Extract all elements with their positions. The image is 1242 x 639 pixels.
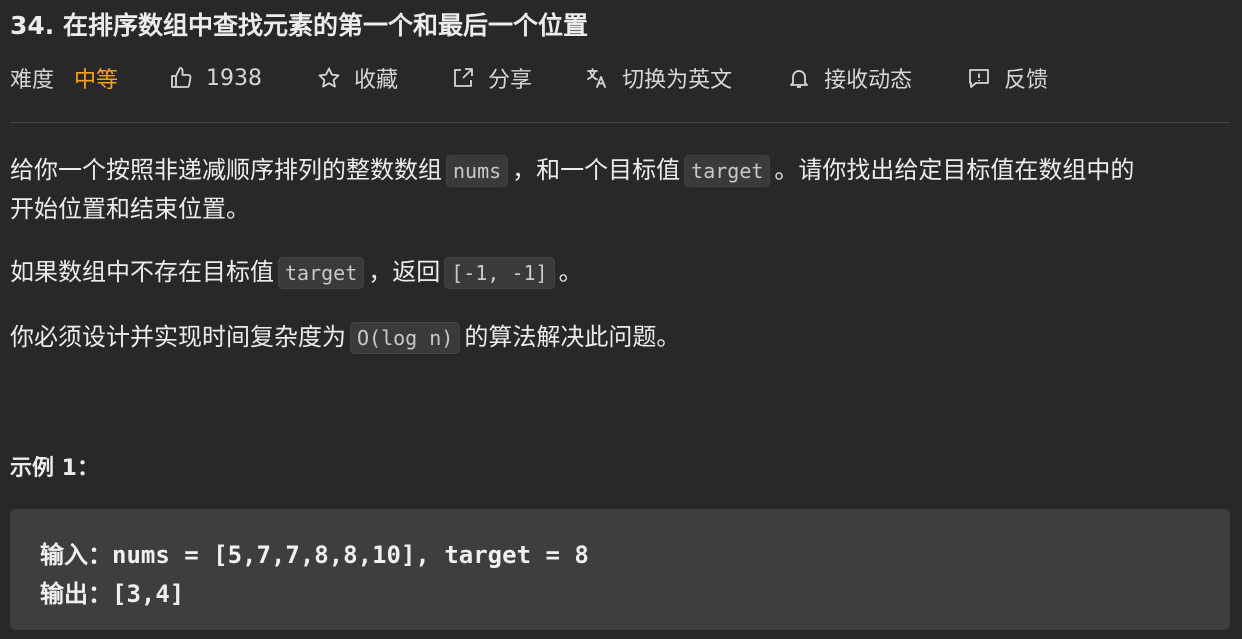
description-paragraph-3: 你必须设计并实现时间复杂度为 O(log n) 的算法解决此问题。 [10, 318, 680, 358]
description-text: 开始位置和结束位置。 [10, 195, 250, 223]
example-output: 输出：[3,4] [40, 580, 185, 608]
code-not-found: [-1, -1] [444, 257, 555, 289]
example-input: 输入：nums = [5,7,7,8,8,10], target = 8 [40, 541, 589, 569]
share-button[interactable]: 分享 [450, 62, 532, 94]
description-text: 。 [558, 258, 583, 286]
star-icon [316, 65, 342, 91]
subscribe-button[interactable]: 接收动态 [786, 62, 912, 94]
problem-meta-bar: 难度 中等 1938 收藏 分享 切换为英文 接收动态 反馈 [10, 60, 1048, 96]
difficulty-badge: 中等 [74, 68, 119, 93]
description-text: 你必须设计并实现时间复杂度为 [10, 323, 346, 351]
description-text: 。请你找出给定目标值在数组中的 [774, 156, 1135, 184]
code-target: target [684, 155, 771, 187]
code-complexity: O(log n) [350, 322, 461, 354]
like-count: 1938 [206, 65, 263, 91]
favorite-button[interactable]: 收藏 [316, 62, 398, 94]
feedback-label: 反馈 [1004, 68, 1049, 93]
description-text: ，返回 [368, 258, 441, 286]
subscribe-label: 接收动态 [824, 68, 913, 93]
description-text: 给你一个按照非递减顺序排列的整数数组 [10, 156, 442, 184]
share-label: 分享 [488, 68, 533, 93]
example-code-block: 输入：nums = [5,7,7,8,8,10], target = 8 输出：… [10, 509, 1230, 630]
feedback-icon [966, 65, 992, 91]
description-text: 如果数组中不存在目标值 [10, 258, 274, 286]
description-paragraph-1-cont: 开始位置和结束位置。 [10, 190, 250, 229]
code-nums: nums [446, 155, 509, 187]
difficulty-label: 难度 [10, 68, 55, 93]
description-text: ，和一个目标值 [512, 156, 681, 184]
description-paragraph-1: 给你一个按照非递减顺序排列的整数数组 nums ，和一个目标值 target 。请你找出… [10, 151, 1134, 191]
share-icon [450, 65, 476, 91]
translate-button[interactable]: 切换为英文 [584, 62, 732, 94]
description-text: 的算法解决此问题。 [464, 323, 681, 351]
translate-icon [584, 65, 610, 91]
like-button[interactable]: 1938 [168, 65, 262, 91]
example-title: 示例 1： [10, 456, 99, 481]
translate-label: 切换为英文 [622, 68, 733, 93]
bell-icon [786, 65, 812, 91]
favorite-label: 收藏 [354, 68, 399, 93]
problem-page: 34. 在排序数组中查找元素的第一个和最后一个位置 难度 中等 1938 收藏 [0, 0, 1242, 639]
divider [10, 122, 1230, 123]
code-target: target [278, 257, 365, 289]
thumbs-up-icon [168, 65, 194, 91]
page-title: 34. 在排序数组中查找元素的第一个和最后一个位置 [10, 11, 588, 40]
description-paragraph-2: 如果数组中不存在目标值 target ，返回 [-1, -1]。 [10, 253, 583, 293]
feedback-button[interactable]: 反馈 [966, 62, 1048, 94]
